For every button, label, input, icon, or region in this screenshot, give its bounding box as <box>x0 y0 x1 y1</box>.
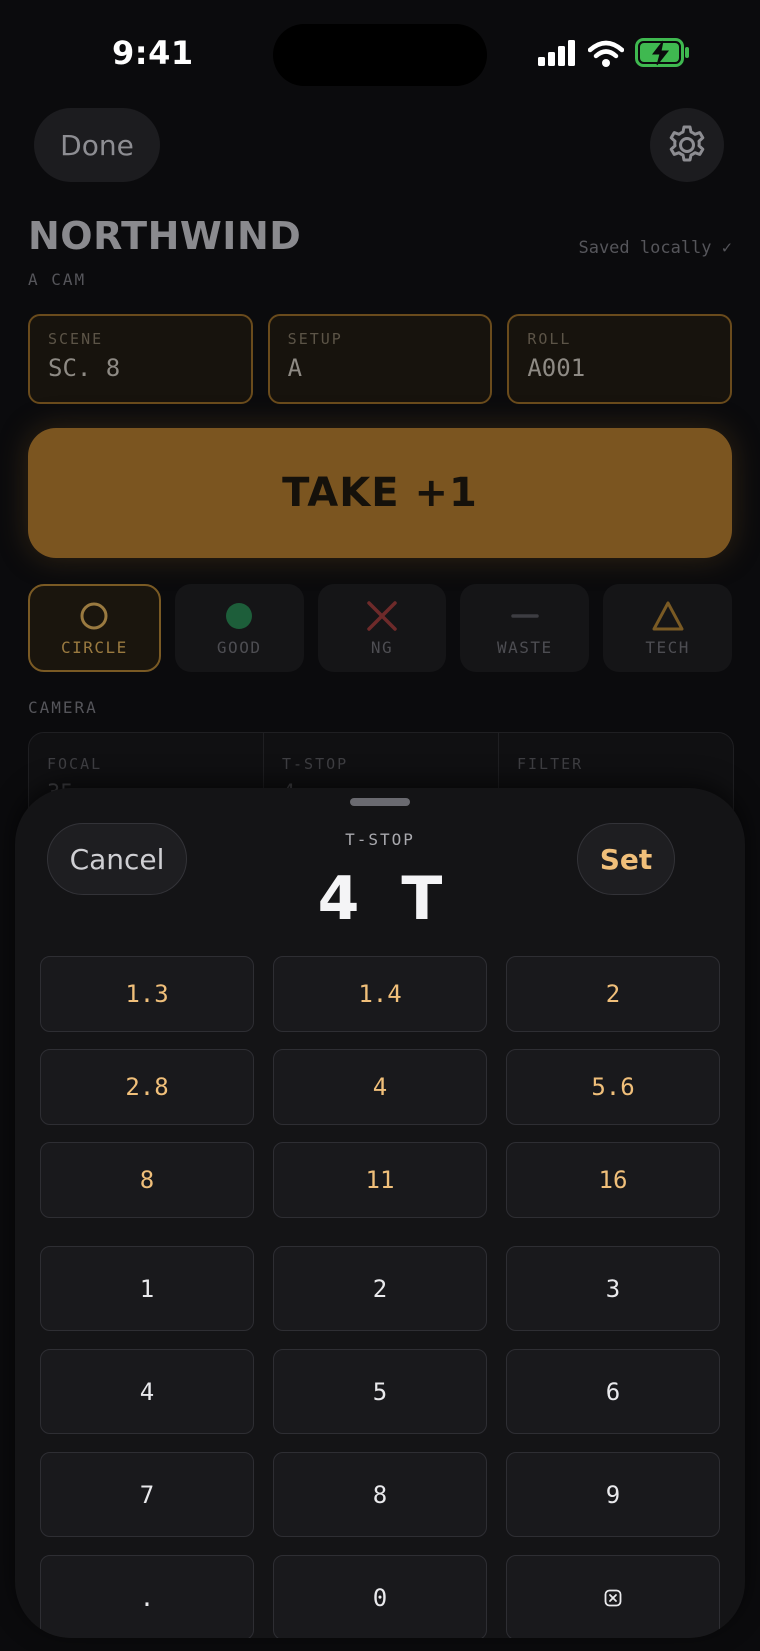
field-label: SETUP <box>287 330 343 348</box>
dynamic-island <box>273 24 487 86</box>
battery-charging-icon <box>635 38 689 67</box>
save-status: Saved locally ✓ <box>578 238 732 258</box>
rating-label: GOOD <box>216 637 262 657</box>
keypad-key[interactable]: 0 <box>273 1555 487 1638</box>
keypad-key[interactable]: 6 <box>506 1349 720 1434</box>
take-rating-row: CIRCLE GOOD NG WASTE TECH <box>28 584 732 672</box>
filled-dot-icon <box>226 602 253 629</box>
field-label: ROLL <box>527 330 572 348</box>
preset-button[interactable]: 1.4 <box>273 956 487 1032</box>
status-time: 9:41 <box>112 34 194 72</box>
rating-label: WASTE <box>496 637 553 657</box>
keypad-key[interactable]: 1 <box>40 1246 254 1331</box>
keypad-key[interactable]: 5 <box>273 1349 487 1434</box>
take-button-label: TAKE +1 <box>282 470 478 516</box>
field-value: A001 <box>527 354 586 382</box>
keypad-key[interactable]: 3 <box>506 1246 720 1331</box>
rating-label: CIRCLE <box>61 637 128 657</box>
keypad-key[interactable]: 8 <box>273 1452 487 1537</box>
sheet-grabber[interactable] <box>350 798 410 806</box>
keypad-key[interactable]: 9 <box>506 1452 720 1537</box>
preset-button[interactable]: 1.3 <box>40 956 254 1032</box>
setup-field[interactable]: SETUP A <box>267 314 493 404</box>
done-button[interactable]: Done <box>34 108 160 182</box>
triangle-icon <box>652 601 684 630</box>
rating-tech[interactable]: TECH <box>603 584 732 672</box>
preset-button[interactable]: 4 <box>273 1049 487 1125</box>
preset-button[interactable]: 2 <box>506 956 720 1032</box>
scene-field[interactable]: SCENE SC. 8 <box>28 314 253 404</box>
project-title: NORTHWIND <box>28 214 302 258</box>
roll-field[interactable]: ROLL A001 <box>507 314 733 404</box>
status-bar: 9:41 <box>0 0 760 110</box>
dash-icon <box>511 613 539 618</box>
value-display: 4T <box>15 864 745 934</box>
field-label: SCENE <box>48 330 104 348</box>
rating-label: NG <box>370 637 394 657</box>
field-label: FILTER <box>517 755 584 773</box>
keypad-key[interactable]: 7 <box>40 1452 254 1537</box>
preset-button[interactable]: 8 <box>40 1142 254 1218</box>
slate-fields: SCENE SC. 8 SETUP A ROLL A001 <box>28 314 733 404</box>
value-unit: T <box>401 864 443 934</box>
keypad-key[interactable]: 4 <box>40 1349 254 1434</box>
camera-section-label: CAMERA <box>28 698 98 717</box>
preset-button[interactable]: 2.8 <box>40 1049 254 1125</box>
backspace-key[interactable] <box>506 1555 720 1638</box>
rating-circle[interactable]: CIRCLE <box>28 584 161 672</box>
field-label: FOCAL <box>47 755 103 773</box>
numeric-keypad: 1 2 3 4 5 6 7 8 9 . 0 <box>40 1246 720 1638</box>
rating-waste[interactable]: WASTE <box>460 584 590 672</box>
field-value: SC. 8 <box>48 354 121 382</box>
gear-icon <box>669 125 705 162</box>
settings-button[interactable] <box>650 108 724 182</box>
rating-label: TECH <box>645 637 690 657</box>
preset-button[interactable]: 16 <box>506 1142 720 1218</box>
circle-outline-icon <box>80 602 108 629</box>
preset-grid: 1.3 1.4 2 2.8 4 5.6 8 11 16 <box>40 956 720 1218</box>
keypad-key[interactable]: 2 <box>273 1246 487 1331</box>
x-icon <box>367 600 397 631</box>
cellular-signal-icon <box>538 40 575 66</box>
entered-value: 4 <box>317 864 360 934</box>
tstop-picker-sheet: Cancel T-STOP Set 4T 1.3 1.4 2 2.8 4 5.6… <box>15 788 745 1638</box>
camera-unit-label: A CAM <box>28 270 87 289</box>
field-label: T-STOP <box>282 755 349 773</box>
preset-button[interactable]: 5.6 <box>506 1049 720 1125</box>
backspace-icon <box>604 1589 622 1606</box>
field-value: A <box>287 354 303 382</box>
rating-good[interactable]: GOOD <box>174 584 304 672</box>
wifi-icon <box>588 40 624 67</box>
take-increment-button[interactable]: TAKE +1 <box>28 428 732 558</box>
rating-ng[interactable]: NG <box>317 584 447 672</box>
preset-button[interactable]: 11 <box>273 1142 487 1218</box>
decimal-key[interactable]: . <box>40 1555 254 1638</box>
